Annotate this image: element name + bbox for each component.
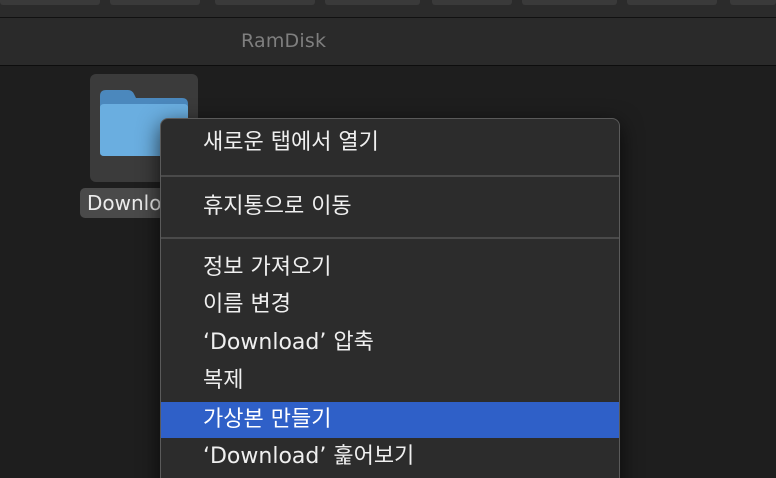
path-bar: RamDisk — [0, 18, 776, 66]
menu-item-make-alias[interactable]: 가상본 만들기 — [161, 402, 619, 438]
toolbar-button[interactable] — [730, 0, 776, 5]
toolbar-button[interactable] — [325, 0, 420, 5]
toolbar-button[interactable] — [432, 0, 512, 5]
context-menu: 새로운 탭에서 열기 휴지통으로 이동 정보 가져오기 이름 변경 ‘Downl… — [160, 118, 620, 478]
menu-separator — [161, 175, 619, 177]
toolbar-button[interactable] — [522, 0, 617, 5]
toolbar-button[interactable] — [110, 0, 200, 5]
finder-window: RamDisk Downlo 새로운 탭에서 열기 휴지통으로 이동 정보 가져… — [0, 0, 776, 478]
menu-item-move-to-trash[interactable]: 휴지통으로 이동 — [161, 189, 619, 225]
toolbar-button[interactable] — [0, 0, 100, 5]
menu-item-rename[interactable]: 이름 변경 — [161, 287, 619, 323]
menu-item-get-info[interactable]: 정보 가져오기 — [161, 250, 619, 286]
menu-separator — [161, 237, 619, 239]
toolbar-button[interactable] — [215, 0, 315, 5]
toolbar — [0, 0, 776, 18]
menu-item-quick-look[interactable]: ‘Download’ 훑어보기 — [161, 439, 619, 475]
folder-name-label[interactable]: Downlo — [80, 188, 166, 218]
menu-item-compress[interactable]: ‘Download’ 압축 — [161, 325, 619, 361]
window-title: RamDisk — [241, 30, 327, 52]
menu-item-duplicate[interactable]: 복제 — [161, 363, 619, 399]
menu-item-open-new-tab[interactable]: 새로운 탭에서 열기 — [161, 125, 619, 161]
folder-name-text: Downlo — [87, 191, 162, 215]
toolbar-button[interactable] — [627, 0, 717, 5]
